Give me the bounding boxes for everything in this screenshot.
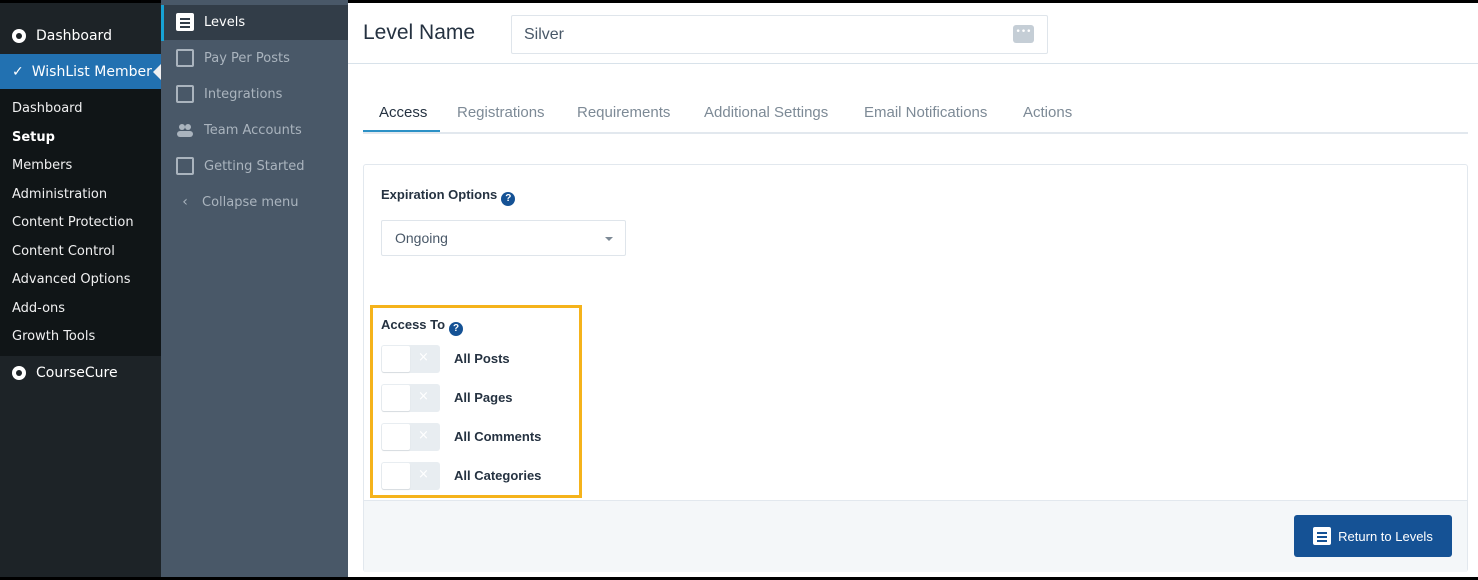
more-options-icon[interactable]: ••• <box>1013 25 1034 43</box>
access-panel: Expiration Options? Ongoing Access To? ×… <box>363 164 1468 572</box>
toggle-knob <box>382 424 410 450</box>
chevron-left-icon: ‹ <box>182 194 188 210</box>
level-name-input[interactable]: Silver <box>511 15 1048 54</box>
all-comments-toggle[interactable]: × <box>381 423 440 451</box>
sign-in-icon <box>176 157 194 175</box>
calendar-icon <box>176 85 194 103</box>
wlm-nav-team-accounts[interactable]: Team Accounts <box>176 120 302 140</box>
active-tab-underline <box>363 130 440 132</box>
wp-menu-dashboard-label: Dashboard <box>36 28 112 44</box>
tab-email-notifications[interactable]: Email Notifications <box>864 104 987 121</box>
all-categories-label: All Categories <box>454 468 542 483</box>
return-to-levels-label: Return to Levels <box>1338 528 1433 544</box>
toggle-knob <box>382 346 410 372</box>
access-to-text: Access To <box>381 317 446 332</box>
wp-submenu: Dashboard Setup Members Administration C… <box>0 89 161 356</box>
wp-menu-wishlist-member[interactable]: ✓ WishList Member <box>0 54 161 89</box>
expiration-options-text: Expiration Options <box>381 187 498 202</box>
submenu-add-ons[interactable]: Add-ons <box>0 298 161 327</box>
submenu-members[interactable]: Members <box>0 155 161 184</box>
tab-requirements[interactable]: Requirements <box>577 104 670 121</box>
wlm-nav-collapse-label: Collapse menu <box>202 194 299 210</box>
expiration-options-label: Expiration Options? <box>381 187 516 206</box>
wp-menu-coursecure[interactable]: CourseCure <box>0 356 161 390</box>
wlm-nav-levels[interactable]: Levels <box>176 12 245 32</box>
close-icon: × <box>418 467 429 482</box>
submenu-content-protection[interactable]: Content Protection <box>0 212 161 241</box>
tab-actions[interactable]: Actions <box>1023 104 1072 121</box>
all-pages-toggle[interactable]: × <box>381 384 440 412</box>
wlm-nav-levels-label: Levels <box>204 14 246 30</box>
toggle-knob <box>382 463 410 489</box>
return-to-levels-button[interactable]: Return to Levels <box>1294 515 1452 557</box>
all-posts-label: All Posts <box>454 351 510 366</box>
expiration-select-value: Ongoing <box>395 230 448 246</box>
submenu-growth-tools[interactable]: Growth Tools <box>0 326 161 355</box>
wlm-nav-pay-per-posts[interactable]: Pay Per Posts <box>176 48 290 68</box>
list-icon <box>1313 527 1332 545</box>
wlm-active-indicator <box>161 5 164 41</box>
level-tabs: Access Registrations Requirements Additi… <box>363 96 1468 134</box>
expiration-select[interactable]: Ongoing <box>381 220 626 256</box>
wlm-nav-integrations[interactable]: Integrations <box>176 84 282 104</box>
wlm-nav-getting-started-label: Getting Started <box>204 158 305 174</box>
wp-menu-wishlist-label: WishList Member <box>31 63 152 80</box>
wlm-nav-collapse-menu[interactable]: ‹ Collapse menu <box>176 192 299 212</box>
wp-admin-sidebar: Dashboard ✓ WishList Member Dashboard Se… <box>0 0 161 580</box>
close-icon: × <box>418 350 429 365</box>
wlm-nav-pay-per-posts-label: Pay Per Posts <box>204 50 290 66</box>
list-icon <box>176 13 194 31</box>
wlm-nav-integrations-label: Integrations <box>204 86 283 102</box>
submenu-setup[interactable]: Setup <box>0 127 161 156</box>
wlm-nav-getting-started[interactable]: Getting Started <box>176 156 305 176</box>
access-to-label: Access To? <box>381 317 464 336</box>
close-icon: × <box>418 389 429 404</box>
team-icon <box>176 121 194 139</box>
help-icon[interactable]: ? <box>449 322 464 336</box>
wishlist-check-icon: ✓ <box>12 63 24 80</box>
submenu-content-control[interactable]: Content Control <box>0 241 161 270</box>
wp-menu-dashboard[interactable]: Dashboard <box>0 19 161 53</box>
caret-down-icon <box>605 237 613 241</box>
tab-access[interactable]: Access <box>379 104 427 121</box>
dashboard-icon <box>12 29 26 43</box>
all-posts-toggle[interactable]: × <box>381 345 440 373</box>
all-comments-label: All Comments <box>454 429 542 444</box>
submenu-advanced-options[interactable]: Advanced Options <box>0 269 161 298</box>
coursecure-icon <box>12 366 26 380</box>
tab-additional-settings[interactable]: Additional Settings <box>704 104 828 121</box>
submenu-dashboard[interactable]: Dashboard <box>0 98 161 127</box>
toggle-knob <box>382 385 410 411</box>
tab-registrations[interactable]: Registrations <box>457 104 545 121</box>
wlm-nav-team-accounts-label: Team Accounts <box>204 122 302 138</box>
help-icon[interactable]: ? <box>501 192 516 206</box>
all-categories-toggle[interactable]: × <box>381 462 440 490</box>
level-name-label: Level Name <box>363 21 476 44</box>
wp-menu-coursecure-label: CourseCure <box>36 365 118 381</box>
submenu-administration[interactable]: Administration <box>0 184 161 213</box>
document-icon <box>176 49 194 67</box>
close-icon: × <box>418 428 429 443</box>
level-header: Level Name Silver ••• <box>348 0 1478 64</box>
level-name-value: Silver <box>524 26 565 43</box>
all-pages-label: All Pages <box>454 390 513 405</box>
wlm-sidebar: Levels Pay Per Posts Integrations Team A… <box>161 0 348 580</box>
